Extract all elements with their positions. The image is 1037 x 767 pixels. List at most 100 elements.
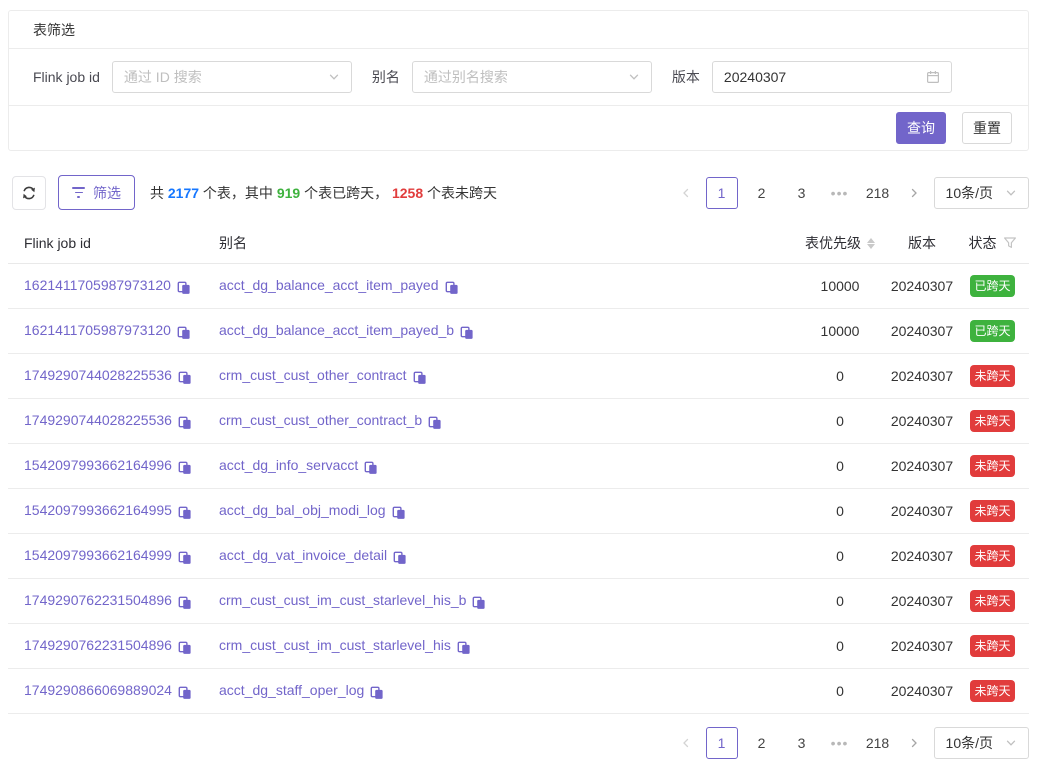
page-218[interactable]: 218 [862, 727, 894, 759]
refresh-button[interactable] [12, 176, 46, 210]
copy-icon[interactable] [177, 324, 191, 340]
prev-page-button[interactable] [674, 727, 698, 759]
priority-cell: 0 [792, 458, 888, 474]
status-badge: 未跨天 [970, 545, 1014, 567]
chevron-down-icon [1005, 187, 1017, 199]
flink-job-id-select[interactable]: 通过 ID 搜索 [112, 61, 352, 93]
copy-icon[interactable] [428, 414, 442, 430]
prev-page-button[interactable] [674, 177, 698, 209]
page-ellipsis[interactable]: ••• [826, 185, 854, 201]
alias-select[interactable]: 通过别名搜索 [412, 61, 652, 93]
status-badge: 未跨天 [970, 410, 1014, 432]
flink-job-id-link[interactable]: 1542097993662164996 [24, 457, 172, 473]
flink-job-id-link[interactable]: 1749290762231504896 [24, 637, 172, 653]
table-row: 1749290744028225536 crm_cust_cust_other_… [8, 399, 1029, 444]
alias-placeholder: 通过别名搜索 [424, 67, 628, 87]
flink-job-id-link[interactable]: 1542097993662164995 [24, 502, 172, 518]
copy-icon[interactable] [178, 684, 192, 700]
table-row: 1749290744028225536 crm_cust_cust_other_… [8, 354, 1029, 399]
priority-cell: 0 [792, 413, 888, 429]
copy-icon[interactable] [178, 594, 192, 610]
copy-icon[interactable] [178, 459, 192, 475]
next-page-button[interactable] [902, 177, 926, 209]
version-cell: 20240307 [888, 458, 956, 474]
query-button[interactable]: 查询 [896, 112, 946, 144]
alias-link[interactable]: acct_dg_vat_invoice_detail [219, 547, 387, 563]
flink-job-id-link[interactable]: 1621411705987973120 [24, 277, 171, 293]
page-218[interactable]: 218 [862, 177, 894, 209]
page-1[interactable]: 1 [706, 177, 738, 209]
filter-card-title: 表筛选 [9, 11, 1028, 49]
flink-job-id-link[interactable]: 1749290866069889024 [24, 682, 172, 698]
copy-icon[interactable] [178, 504, 192, 520]
priority-cell: 0 [792, 548, 888, 564]
copy-icon[interactable] [177, 279, 191, 295]
copy-icon[interactable] [393, 549, 407, 565]
version-cell: 20240307 [888, 278, 956, 294]
copy-icon[interactable] [460, 324, 474, 340]
table-row: 1621411705987973120 acct_dg_balance_acct… [8, 309, 1029, 354]
flink-job-id-label: Flink job id [33, 69, 100, 85]
copy-icon[interactable] [178, 414, 192, 430]
page-3[interactable]: 3 [786, 727, 818, 759]
page-1[interactable]: 1 [706, 727, 738, 759]
page-2[interactable]: 2 [746, 727, 778, 759]
version-cell: 20240307 [888, 548, 956, 564]
reset-button[interactable]: 重置 [962, 112, 1012, 144]
copy-icon[interactable] [178, 639, 192, 655]
copy-icon[interactable] [445, 279, 459, 295]
version-cell: 20240307 [888, 413, 956, 429]
filter-toggle-label: 筛选 [93, 183, 121, 203]
table-summary: 共 2177 个表，其中 919 个表已跨天， 1258 个表未跨天 [150, 183, 497, 203]
next-page-button[interactable] [902, 727, 926, 759]
flink-job-id-link[interactable]: 1749290762231504896 [24, 592, 172, 608]
copy-icon[interactable] [392, 504, 406, 520]
version-cell: 20240307 [888, 638, 956, 654]
alias-link[interactable]: acct_dg_staff_oper_log [219, 682, 364, 698]
priority-cell: 0 [792, 683, 888, 699]
total-count: 2177 [168, 185, 199, 201]
field-alias: 别名 通过别名搜索 [372, 61, 652, 93]
version-date-input[interactable]: 20240307 [712, 61, 952, 93]
copy-icon[interactable] [472, 594, 486, 610]
col-header-status: 状态 [956, 233, 1029, 253]
table-row: 1749290762231504896 crm_cust_cust_im_cus… [8, 579, 1029, 624]
alias-link[interactable]: crm_cust_cust_im_cust_starlevel_his [219, 637, 451, 653]
table-row: 1542097993662164995 acct_dg_bal_obj_modi… [8, 489, 1029, 534]
table-row: 1621411705987973120 acct_dg_balance_acct… [8, 264, 1029, 309]
page-ellipsis[interactable]: ••• [826, 735, 854, 751]
flink-job-id-link[interactable]: 1749290744028225536 [24, 412, 172, 428]
funnel-icon[interactable] [1003, 236, 1017, 250]
flink-job-id-link[interactable]: 1749290744028225536 [24, 367, 172, 383]
alias-link[interactable]: acct_dg_balance_acct_item_payed [219, 277, 439, 293]
copy-icon[interactable] [413, 369, 427, 385]
alias-link[interactable]: crm_cust_cust_im_cust_starlevel_his_b [219, 592, 466, 608]
filter-lines-icon [72, 187, 85, 197]
flink-job-id-link[interactable]: 1542097993662164999 [24, 547, 172, 563]
filter-toggle-button[interactable]: 筛选 [58, 175, 135, 210]
chevron-right-icon [908, 737, 920, 749]
field-version: 版本 20240307 [672, 61, 952, 93]
alias-link[interactable]: acct_dg_bal_obj_modi_log [219, 502, 386, 518]
priority-cell: 0 [792, 368, 888, 384]
alias-link[interactable]: crm_cust_cust_other_contract_b [219, 412, 422, 428]
filter-actions: 查询 重置 [9, 106, 1028, 150]
page-size-select[interactable]: 10条/页 [934, 177, 1029, 209]
alias-link[interactable]: crm_cust_cust_other_contract [219, 367, 407, 383]
copy-icon[interactable] [178, 369, 192, 385]
alias-link[interactable]: acct_dg_balance_acct_item_payed_b [219, 322, 454, 338]
copy-icon[interactable] [364, 459, 378, 475]
sorter-icon[interactable] [867, 238, 875, 249]
priority-cell: 10000 [792, 278, 888, 294]
chevron-left-icon [680, 737, 692, 749]
flink-job-id-link[interactable]: 1621411705987973120 [24, 322, 171, 338]
filter-card: 表筛选 Flink job id 通过 ID 搜索 别名 通过别名搜索 版本 [8, 10, 1029, 151]
copy-icon[interactable] [178, 549, 192, 565]
page-size-select[interactable]: 10条/页 [934, 727, 1029, 759]
alias-link[interactable]: acct_dg_info_servacct [219, 457, 358, 473]
page-2[interactable]: 2 [746, 177, 778, 209]
page-3[interactable]: 3 [786, 177, 818, 209]
col-header-alias: 别名 [219, 233, 792, 253]
copy-icon[interactable] [370, 684, 384, 700]
copy-icon[interactable] [457, 639, 471, 655]
